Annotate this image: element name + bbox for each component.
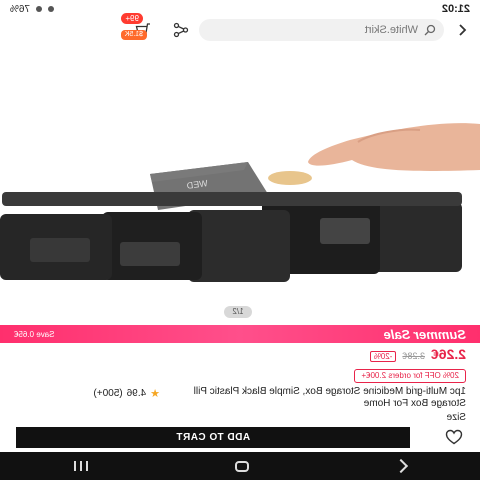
star-icon: ★ xyxy=(150,388,160,400)
cart-button[interactable]: 99+ $1.5K xyxy=(120,13,153,40)
rating-value: 4.96 xyxy=(126,388,147,399)
nav-home-icon[interactable] xyxy=(235,460,250,472)
system-nav-bar xyxy=(0,452,480,480)
nav-recent-apps-icon[interactable] xyxy=(73,461,88,471)
heart-icon[interactable] xyxy=(442,425,466,449)
review-count: (500+) xyxy=(93,388,123,399)
wifi-icon xyxy=(36,6,43,12)
original-price: 3.28€ xyxy=(402,351,425,361)
gallery-counter: 1/2 xyxy=(224,306,252,318)
rating[interactable]: ★ 4.96 (500+) xyxy=(93,387,160,400)
size-label: Size xyxy=(446,412,466,423)
cart-promo-badge: $1.5K xyxy=(120,30,147,40)
price-row: 2.26€ 3.28€ -20% xyxy=(369,346,466,362)
nav-back-icon[interactable] xyxy=(394,458,409,474)
status-icons: 76% xyxy=(10,3,55,15)
share-icon[interactable] xyxy=(171,20,191,40)
cart-count-badge: 99+ xyxy=(121,13,143,24)
add-to-cart-button[interactable]: ADD TO CART xyxy=(16,427,410,448)
search-icon xyxy=(424,24,436,36)
status-time: 21:02 xyxy=(441,3,470,15)
bottom-actions: ADD TO CART xyxy=(0,424,480,450)
coupon-tag[interactable]: 20% OFF for orders 2.00€+ xyxy=(354,369,466,383)
signal-icon xyxy=(48,6,55,12)
sale-banner[interactable]: Summer Sale Save 0.65€ xyxy=(0,325,480,343)
back-arrow-icon[interactable] xyxy=(452,20,472,40)
current-price: 2.26€ xyxy=(430,346,466,362)
screen: 21:02 76% White.Skirt 99+ $1.5K WED 1/2 … xyxy=(0,0,480,480)
battery-level: 76% xyxy=(10,3,31,15)
search-placeholder: White.Skirt xyxy=(364,24,418,36)
sale-title: Summer Sale xyxy=(383,326,466,342)
product-title: 1pc Multi-grid Medicine Storage Box, Sim… xyxy=(193,386,466,409)
product-image[interactable]: WED xyxy=(0,42,480,325)
search-bar[interactable]: White.Skirt xyxy=(199,19,444,41)
top-bar: White.Skirt 99+ $1.5K xyxy=(0,13,480,42)
discount-badge: -20% xyxy=(369,351,397,362)
sale-save: Save 0.65€ xyxy=(14,329,55,339)
status-bar: 21:02 76% xyxy=(0,0,480,18)
